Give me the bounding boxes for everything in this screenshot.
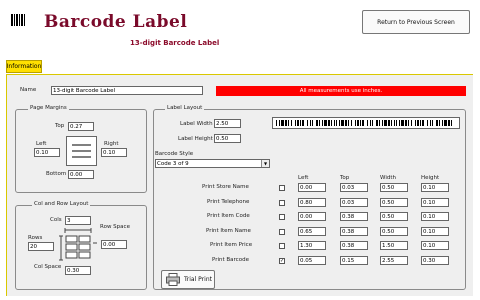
telephone-width-field[interactable]: 0.50 bbox=[380, 198, 408, 207]
item-name-left-field[interactable]: 0.65 bbox=[298, 227, 326, 236]
return-to-previous-button[interactable]: Return to Previous Screen bbox=[362, 10, 470, 34]
column-header-left: Left bbox=[298, 175, 309, 181]
margin-top-label: Top bbox=[55, 123, 65, 129]
margin-bottom-label: Bottom bbox=[46, 171, 67, 177]
page-title: Barcode Label bbox=[44, 12, 188, 32]
telephone-top-field[interactable]: 0.03 bbox=[340, 198, 368, 207]
margin-right-label: Right bbox=[104, 141, 119, 147]
trial-print-label: Trial Print bbox=[184, 276, 212, 283]
item-code-height-field[interactable]: 0.10 bbox=[421, 212, 449, 221]
tab-information[interactable]: Information bbox=[6, 60, 42, 73]
rows-field[interactable]: 20 bbox=[28, 242, 54, 251]
item-price-top-field[interactable]: 0.38 bbox=[340, 241, 368, 250]
item-price-width-field[interactable]: 1.50 bbox=[380, 241, 408, 250]
print-barcode-checkbox[interactable]: ✓ bbox=[279, 258, 285, 264]
item-name-height-field[interactable]: 0.10 bbox=[421, 227, 449, 236]
page-margins-title: Page Margins bbox=[28, 105, 69, 111]
chevron-down-icon[interactable]: ▼ bbox=[261, 160, 269, 167]
rows-label: Rows bbox=[28, 235, 43, 241]
col-row-layout-title: Col and Row Layout bbox=[32, 201, 91, 207]
print-item-code-checkbox[interactable] bbox=[279, 214, 285, 220]
cols-field[interactable]: 3 bbox=[65, 216, 91, 225]
margin-left-label: Left bbox=[36, 141, 47, 147]
cols-label: Cols bbox=[50, 217, 62, 223]
trial-print-button[interactable]: Trial Print bbox=[161, 270, 215, 289]
item-code-width-field[interactable]: 0.50 bbox=[380, 212, 408, 221]
col-space-label: Col Space bbox=[34, 264, 62, 270]
print-barcode-label: Print Barcode bbox=[212, 257, 249, 263]
margin-top-field[interactable]: 0.27 bbox=[68, 122, 94, 131]
store-name-height-field[interactable]: 0.10 bbox=[421, 183, 449, 192]
margin-left-field[interactable]: 0.10 bbox=[34, 148, 60, 157]
label-height-field[interactable]: 0.50 bbox=[214, 134, 241, 143]
checkmark-icon: ✓ bbox=[280, 258, 285, 264]
page-subtitle: 13-digit Barcode Label bbox=[130, 39, 220, 47]
barcode-style-value: Code 3 of 9 bbox=[157, 161, 189, 167]
barcode-left-field[interactable]: 0.05 bbox=[298, 256, 326, 265]
name-field[interactable]: 13-digit Barcode Label bbox=[51, 86, 203, 95]
print-item-price-label: Print Item Price bbox=[210, 242, 253, 248]
col-row-layout-diagram bbox=[59, 228, 97, 265]
store-name-width-field[interactable]: 0.50 bbox=[380, 183, 408, 192]
print-item-name-label: Print Item Name bbox=[206, 228, 251, 234]
col-space-field[interactable]: 0.30 bbox=[65, 266, 91, 275]
barcode-width-field[interactable]: 2.55 bbox=[380, 256, 408, 265]
item-price-height-field[interactable]: 0.10 bbox=[421, 241, 449, 250]
item-price-left-field[interactable]: 1.30 bbox=[298, 241, 326, 250]
label-height-label: Label Height bbox=[178, 136, 213, 142]
print-item-price-checkbox[interactable] bbox=[279, 243, 285, 249]
printer-icon bbox=[166, 273, 180, 286]
barcode-style-select[interactable]: Code 3 of 9 ▼ bbox=[155, 159, 270, 168]
item-code-left-field[interactable]: 0.00 bbox=[298, 212, 326, 221]
barcode-style-label: Barcode Style bbox=[155, 151, 194, 157]
barcode-top-field[interactable]: 0.15 bbox=[340, 256, 368, 265]
print-telephone-label: Print Telephone bbox=[207, 199, 250, 205]
column-header-height: Height bbox=[421, 175, 440, 181]
item-code-top-field[interactable]: 0.38 bbox=[340, 212, 368, 221]
column-header-top: Top bbox=[340, 175, 350, 181]
name-label: Name bbox=[20, 87, 37, 93]
store-name-top-field[interactable]: 0.03 bbox=[340, 183, 368, 192]
telephone-left-field[interactable]: 0.80 bbox=[298, 198, 326, 207]
barcode-height-field[interactable]: 0.30 bbox=[421, 256, 449, 265]
print-item-name-checkbox[interactable] bbox=[279, 229, 285, 235]
margin-right-field[interactable]: 0.10 bbox=[101, 148, 127, 157]
margin-bottom-field[interactable]: 0.00 bbox=[68, 170, 94, 179]
units-notice-banner: All measurements use inches. bbox=[216, 86, 466, 96]
telephone-height-field[interactable]: 0.10 bbox=[421, 198, 449, 207]
print-item-code-label: Print Item Code bbox=[207, 213, 250, 219]
column-header-width: Width bbox=[380, 175, 396, 181]
print-store-name-label: Print Store Name bbox=[202, 184, 249, 190]
app-barcode-icon bbox=[11, 11, 25, 26]
row-space-label: Row Space bbox=[100, 224, 130, 230]
label-layout-title: Label Layout bbox=[165, 105, 205, 111]
print-store-name-checkbox[interactable] bbox=[279, 185, 285, 191]
store-name-left-field[interactable]: 0.00 bbox=[298, 183, 326, 192]
label-width-field[interactable]: 2.50 bbox=[214, 119, 241, 128]
label-width-label: Label Width bbox=[180, 121, 213, 127]
item-name-top-field[interactable]: 0.38 bbox=[340, 227, 368, 236]
print-telephone-checkbox[interactable] bbox=[279, 200, 285, 206]
barcode-preview-image bbox=[272, 114, 460, 129]
page-margins-diagram bbox=[66, 136, 97, 166]
row-space-field[interactable]: 0.00 bbox=[101, 240, 127, 249]
item-name-width-field[interactable]: 0.50 bbox=[380, 227, 408, 236]
